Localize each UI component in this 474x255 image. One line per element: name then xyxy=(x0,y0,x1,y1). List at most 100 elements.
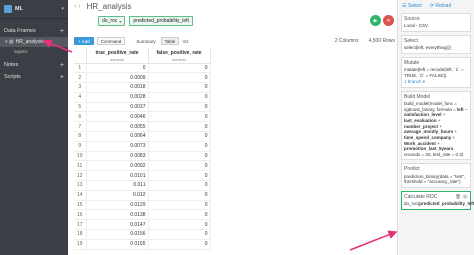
table-cell[interactable]: 0.0165 xyxy=(86,239,149,250)
code-text: + xyxy=(435,140,440,146)
table-cell[interactable]: 0.0156 xyxy=(86,229,149,240)
table-cell[interactable]: 0.0138 xyxy=(86,209,149,221)
column-header-false-positive-rate[interactable]: false_positive_rate numeric xyxy=(148,48,211,64)
tab-table[interactable]: Table xyxy=(160,37,180,45)
table-row[interactable]: 13 0.011 0 xyxy=(74,180,211,191)
table-cell[interactable]: 0 xyxy=(148,209,211,221)
section-notes[interactable]: Notes + xyxy=(0,59,68,71)
section-scripts[interactable]: Scripts + xyxy=(0,71,68,83)
step-calculate-roc[interactable]: 🗑 ⚙ Calculate ROC do_roc(predicted_proba… xyxy=(401,190,474,210)
step-body: mutate(left = recode(left, `1` = TRUE, `… xyxy=(404,67,464,78)
table-row[interactable]: 15 0.0129 0 xyxy=(74,200,211,211)
step-predict[interactable]: Predict prediction_binary(data = "test",… xyxy=(401,163,471,188)
function-token[interactable]: do_roc ▾ xyxy=(98,16,126,26)
table-cell[interactable]: 0.0009 xyxy=(86,72,149,84)
table-row[interactable]: 11 0.0092 0 xyxy=(74,160,211,172)
table-cell[interactable]: 0.0073 xyxy=(86,141,149,152)
code-variable: time_spend_company xyxy=(404,134,452,140)
table-cell[interactable]: 0.0046 xyxy=(86,111,149,123)
add-note-icon[interactable]: + xyxy=(60,62,64,69)
table-cell[interactable]: 0 xyxy=(148,219,211,231)
code-variable: number_project xyxy=(404,123,439,129)
chevron-down-icon[interactable]: ▾ xyxy=(61,6,64,12)
table-cell[interactable]: 0 xyxy=(148,229,211,240)
command-button[interactable]: Command xyxy=(96,37,126,45)
table-cell[interactable]: 0.0037 xyxy=(86,102,149,113)
table-cell[interactable]: 0 xyxy=(148,82,211,93)
tab-summary[interactable]: Summary xyxy=(136,39,155,44)
table-cell[interactable]: 0.012 xyxy=(86,190,149,201)
table-cell[interactable]: 0.0129 xyxy=(86,200,149,211)
table-row[interactable]: 10 0.0083 0 xyxy=(74,151,211,162)
table-row[interactable]: 14 0.012 0 xyxy=(74,190,211,201)
table-cell[interactable]: 0 xyxy=(148,121,211,133)
table-row[interactable]: 3 0.0018 0 xyxy=(74,82,211,93)
table-cell[interactable]: 0 xyxy=(148,63,211,74)
table-row[interactable]: 100 xyxy=(74,63,211,74)
table-cell[interactable]: 0 xyxy=(148,190,211,201)
table-row[interactable]: 18 0.0156 0 xyxy=(74,229,211,240)
column-type: numeric xyxy=(171,57,187,62)
app-header[interactable]: ML ▾ xyxy=(0,0,68,19)
cancel-button[interactable]: ✕ xyxy=(383,15,394,26)
table-cell[interactable]: 0 xyxy=(148,239,211,250)
table-cell[interactable]: 0 xyxy=(148,72,211,84)
step-select[interactable]: Select select(left, everything()) xyxy=(401,34,471,54)
table-row[interactable]: 8 0.0064 0 xyxy=(74,131,211,142)
table-cell[interactable]: 0.0101 xyxy=(86,170,149,182)
section-data-frames[interactable]: Data Frames + xyxy=(0,25,68,37)
add-script-icon[interactable]: + xyxy=(60,74,64,81)
table-cell[interactable]: 0 xyxy=(148,141,211,152)
table-row[interactable]: 9 0.0073 0 xyxy=(74,141,211,152)
trash-icon[interactable]: 🗑 xyxy=(455,194,461,199)
table-cell[interactable]: 0 xyxy=(148,92,211,103)
table-row[interactable]: 19 0.0165 0 xyxy=(74,239,211,250)
table-row[interactable]: 6 0.0046 0 xyxy=(74,111,211,123)
reload-button[interactable]: ⟳ Reload xyxy=(430,3,451,9)
table-cell[interactable]: 0.0018 xyxy=(86,82,149,93)
main-area: ‹ › HR_analysis do_roc ▾ predicted_proba… xyxy=(68,0,397,255)
step-mutate[interactable]: Mutate mutate(left = recode(left, `1` = … xyxy=(401,56,471,88)
column-header-true-positive-rate[interactable]: true_positive_rate numeric xyxy=(86,48,149,64)
table-cell[interactable]: 0.0064 xyxy=(86,131,149,142)
table-cell[interactable]: 0 xyxy=(148,131,211,142)
table-cell[interactable]: 0 xyxy=(148,102,211,113)
table-cell[interactable]: 0.0055 xyxy=(86,121,149,133)
step-source[interactable]: Source Local - CSV xyxy=(401,13,471,32)
table-cell[interactable]: 0 xyxy=(148,111,211,123)
table-cell[interactable]: 0.0028 xyxy=(86,92,149,103)
back-arrow-icon[interactable]: ‹ › xyxy=(74,3,81,10)
branch-link[interactable]: 1 branch ▾ xyxy=(404,79,468,85)
table-cell[interactable]: 0 xyxy=(148,160,211,172)
table-row[interactable]: 12 0.0101 0 xyxy=(74,170,211,182)
sidebar-item-hr-analysis[interactable]: ▾ ▦ HR_analysis xyxy=(0,37,68,47)
reload-label: Reload xyxy=(435,2,452,9)
table-cell[interactable]: 0 xyxy=(148,180,211,191)
steps-panel: ☰ Select ⟳ Reload Source Local - CSV Sel… xyxy=(397,0,474,255)
table-cell[interactable]: 0 xyxy=(148,170,211,182)
table-row[interactable]: 4 0.0028 0 xyxy=(74,92,211,103)
code-text: do_roc( xyxy=(404,201,420,207)
select-button[interactable]: ☰ Select xyxy=(402,3,422,9)
table-cell[interactable]: 0.0092 xyxy=(86,160,149,172)
table-cell[interactable]: 0.011 xyxy=(86,180,149,191)
table-row[interactable]: 7 0.0055 0 xyxy=(74,121,211,133)
table-cell[interactable]: 0 xyxy=(86,63,149,74)
gear-icon[interactable]: ⚙ xyxy=(462,194,468,199)
table-row[interactable]: 17 0.0147 0 xyxy=(74,219,211,231)
tab-viz[interactable]: Viz xyxy=(182,39,188,44)
step-build-model[interactable]: Build Model build_model(model_func = xgb… xyxy=(401,90,471,161)
sidebar-subitem-logistic[interactable]: logistic xyxy=(0,47,68,55)
run-button[interactable]: ▶ xyxy=(370,15,381,26)
table-row[interactable]: 5 0.0037 0 xyxy=(74,102,211,113)
column-token[interactable]: predicted_probability_left xyxy=(129,16,193,26)
add-data-frame-icon[interactable]: + xyxy=(60,28,64,35)
table-row[interactable]: 2 0.0009 0 xyxy=(74,72,211,84)
add-button[interactable]: + Add xyxy=(74,37,94,45)
table-cell[interactable]: 0 xyxy=(148,200,211,211)
table-row[interactable]: 16 0.0138 0 xyxy=(74,209,211,221)
table-cell[interactable]: 0.0147 xyxy=(86,219,149,231)
table-cell[interactable]: 0 xyxy=(148,151,211,162)
table-cell[interactable]: 0.0083 xyxy=(86,151,149,162)
section-label: Notes xyxy=(4,62,19,68)
